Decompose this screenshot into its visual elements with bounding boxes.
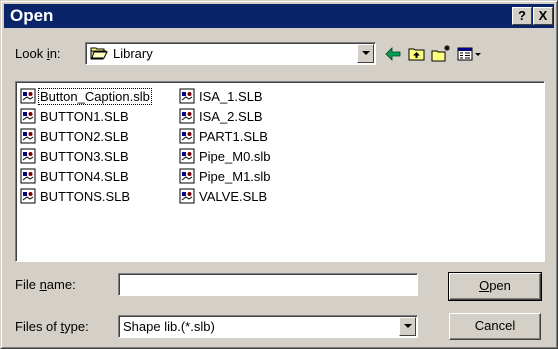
shape-library-file-icon [179, 148, 195, 164]
file-name-text: BUTTON4.SLB [40, 168, 129, 184]
file-type-combobox[interactable]: Shape lib.(*.slb) [118, 315, 418, 338]
file-name-text: Pipe_M0.slb [199, 148, 271, 164]
file-list-item[interactable]: BUTTON2.SLB [20, 127, 130, 145]
help-button[interactable]: ? [512, 7, 532, 25]
file-name-text: Button_Caption.slb [38, 87, 152, 105]
file-name-text: ISA_1.SLB [199, 88, 263, 104]
view-menu-button[interactable] [456, 43, 484, 65]
file-list-item[interactable]: BUTTON3.SLB [20, 147, 130, 165]
look-in-value: Library [113, 46, 153, 61]
shape-library-file-icon [179, 128, 195, 144]
file-type-dropdown-button[interactable] [399, 317, 416, 336]
close-icon: X [538, 8, 548, 23]
close-button[interactable]: X [533, 7, 553, 25]
shape-library-file-icon [179, 108, 195, 124]
file-type-value: Shape lib.(*.slb) [123, 319, 215, 334]
file-name-input[interactable] [118, 273, 418, 296]
shape-library-file-icon [20, 188, 36, 204]
create-new-folder-button[interactable] [430, 43, 452, 65]
file-name-text: VALVE.SLB [199, 188, 268, 204]
cancel-button-label: Cancel [474, 318, 516, 333]
file-list-item[interactable]: ISA_1.SLB [179, 87, 264, 105]
file-name-text: Pipe_M1.slb [199, 168, 271, 184]
file-list-item[interactable]: VALVE.SLB [179, 187, 268, 205]
file-name-label: File name: [15, 277, 76, 292]
file-list-item[interactable]: Button_Caption.slb [20, 87, 152, 105]
file-name-text: BUTTONS.SLB [40, 188, 131, 204]
file-name-text: BUTTON3.SLB [40, 148, 129, 164]
file-list-item[interactable]: Pipe_M0.slb [179, 147, 272, 165]
back-arrow-icon [385, 47, 401, 61]
look-in-label: Look in: [15, 46, 61, 61]
open-dialog: Open ? X Look in: Library Button_Caption… [0, 0, 558, 349]
dialog-title: Open [10, 6, 54, 25]
help-icon: ? [518, 8, 526, 23]
open-button-label: pen [489, 278, 511, 293]
shape-library-file-icon [179, 88, 195, 104]
file-list-item[interactable]: ISA_2.SLB [179, 107, 264, 125]
shape-library-file-icon [179, 168, 195, 184]
shape-library-file-icon [20, 108, 36, 124]
look-in-dropdown-button[interactable] [357, 44, 374, 63]
file-type-label: Files of type: [15, 319, 89, 334]
shape-library-file-icon [20, 88, 36, 104]
new-folder-icon [431, 45, 450, 62]
look-in-combobox[interactable]: Library [85, 42, 376, 65]
file-list[interactable]: Button_Caption.slb BUTTON1.SLB BUTTON2.SLB… [15, 81, 545, 262]
file-name-text: BUTTON1.SLB [40, 108, 129, 124]
folder-open-icon [90, 47, 108, 60]
cancel-button[interactable]: Cancel [449, 313, 541, 340]
up-one-level-button[interactable] [406, 43, 428, 65]
file-list-item[interactable]: PART1.SLB [179, 127, 269, 145]
open-button[interactable]: Open [448, 272, 542, 301]
shape-library-file-icon [20, 168, 36, 184]
file-list-item[interactable]: BUTTON4.SLB [20, 167, 130, 185]
title-bar[interactable]: Open ? X [4, 4, 554, 28]
view-menu-icon [457, 47, 481, 61]
file-name-text: ISA_2.SLB [199, 108, 263, 124]
back-button[interactable] [382, 43, 404, 65]
file-name-text: BUTTON2.SLB [40, 128, 129, 144]
shape-library-file-icon [20, 128, 36, 144]
shape-library-file-icon [179, 188, 195, 204]
up-folder-icon [408, 48, 425, 61]
file-list-item[interactable]: Pipe_M1.slb [179, 167, 272, 185]
open-button-accel: O [479, 278, 490, 293]
shape-library-file-icon [20, 148, 36, 164]
file-name-text: PART1.SLB [199, 128, 268, 144]
file-list-item[interactable]: BUTTON1.SLB [20, 107, 130, 125]
file-list-item[interactable]: BUTTONS.SLB [20, 187, 131, 205]
